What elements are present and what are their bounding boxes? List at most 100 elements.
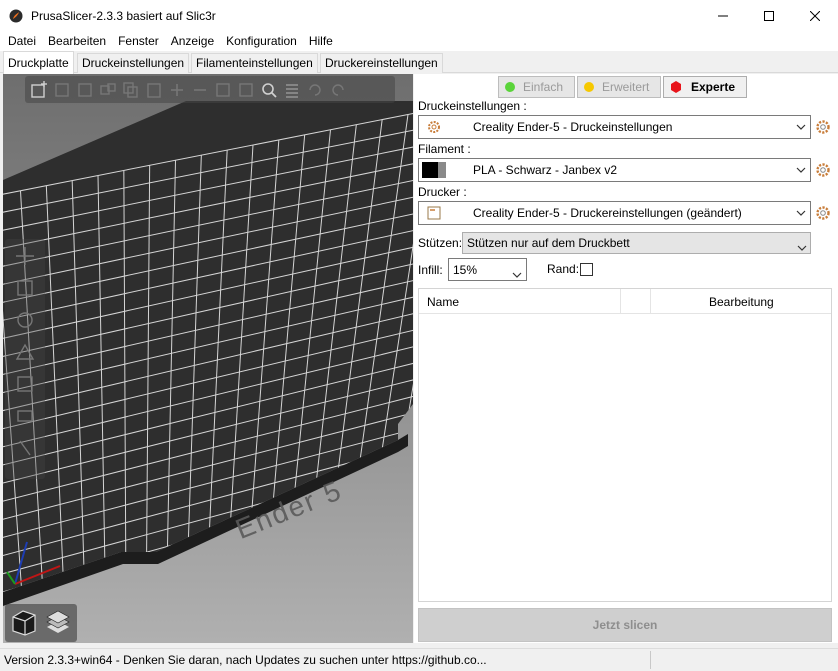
sidebar-panel: Einfach Erweitert Experte Druckeinstellu…	[414, 74, 838, 643]
undo-icon[interactable]	[305, 80, 325, 100]
object-list[interactable]: Name Bearbeitung	[418, 288, 832, 602]
mode-switch: Einfach Erweitert Experte	[498, 76, 747, 98]
menu-bearbeiten[interactable]: Bearbeiten	[42, 31, 112, 51]
supports-label: Stützen:	[418, 236, 463, 250]
menu-bar: Datei Bearbeiten Fenster Anzeige Konfigu…	[0, 31, 838, 51]
printer-combo[interactable]: Creality Ender-5 - Druckereinstellungen …	[418, 201, 811, 225]
delete-all-icon[interactable]	[75, 80, 95, 100]
print-settings-label: Druckeinstellungen :	[418, 99, 527, 113]
print-settings-value: Creality Ender-5 - Druckeinstellungen	[473, 120, 673, 134]
mode-simple-label: Einfach	[523, 80, 564, 94]
3d-view-icon[interactable]	[9, 607, 39, 640]
axes-indicator-icon	[6, 541, 61, 585]
print-settings-edit-gear-icon[interactable]	[815, 119, 831, 135]
move-tool-icon[interactable]	[10, 241, 40, 271]
add-object-icon[interactable]	[29, 80, 49, 100]
expert-mode-hex-icon	[671, 81, 681, 93]
gizmo-toolbar	[5, 239, 45, 479]
place-on-face-icon[interactable]	[10, 337, 40, 367]
chevron-down-icon	[512, 267, 522, 281]
supports-row: Stützen:	[418, 232, 462, 254]
top-toolbar	[25, 76, 395, 103]
infill-row: Infill:	[418, 259, 443, 281]
prusaslicer-logo-icon	[9, 9, 23, 22]
3d-viewport[interactable]: Ender 5	[3, 74, 413, 643]
status-bar: Version 2.3.3+win64 - Denken Sie daran, …	[0, 648, 838, 671]
arrange-icon[interactable]	[98, 80, 118, 100]
column-name[interactable]: Name	[427, 295, 459, 309]
mode-expert-button[interactable]: Experte	[663, 76, 747, 98]
menu-hilfe[interactable]: Hilfe	[303, 31, 339, 51]
print-settings-gear-icon	[419, 116, 449, 138]
window-title: PrusaSlicer-2.3.3 basiert auf Slic3r	[31, 8, 216, 23]
status-text: Version 2.3.3+win64 - Denken Sie daran, …	[4, 653, 487, 667]
cut-tool-icon[interactable]	[10, 369, 40, 399]
filament-combo[interactable]: PLA - Schwarz - Janbex v2	[418, 158, 811, 182]
tab-druckeinstellungen[interactable]: Druckeinstellungen	[77, 53, 190, 73]
maximize-icon	[764, 10, 774, 21]
seam-painting-icon[interactable]	[10, 433, 40, 463]
printer-label: Drucker :	[418, 185, 467, 199]
split-objects-icon[interactable]	[213, 80, 233, 100]
printer-edit-gear-icon[interactable]	[815, 205, 831, 221]
tab-druckereinstellungen[interactable]: Druckereinstellungen	[320, 53, 443, 73]
column-separator	[650, 289, 651, 313]
filament-edit-gear-icon[interactable]	[815, 162, 831, 178]
minimize-button[interactable]	[700, 0, 746, 31]
printer-value: Creality Ender-5 - Druckereinstellungen …	[473, 206, 742, 220]
preview-layers-icon[interactable]	[43, 607, 73, 640]
minimize-icon	[718, 15, 728, 16]
infill-value: 15%	[453, 262, 478, 277]
menu-datei[interactable]: Datei	[2, 31, 42, 51]
search-icon[interactable]	[259, 80, 279, 100]
infill-combo[interactable]: 15%	[448, 258, 527, 281]
advanced-mode-dot-icon	[584, 82, 594, 92]
redo-icon[interactable]	[328, 80, 348, 100]
supports-select[interactable]: Stützen nur auf dem Druckbett	[462, 232, 811, 254]
view-toggle	[5, 604, 77, 642]
rotate-tool-icon[interactable]	[10, 305, 40, 335]
maximize-button[interactable]	[746, 0, 792, 31]
chevron-down-icon	[792, 116, 810, 138]
mode-advanced-button[interactable]: Erweitert	[577, 76, 661, 98]
paste-icon[interactable]	[144, 80, 164, 100]
tab-bar: Druckplatte Druckeinstellungen Filamente…	[0, 51, 838, 74]
brim-checkbox[interactable]	[580, 263, 593, 276]
split-parts-icon[interactable]	[236, 80, 256, 100]
column-separator	[620, 289, 621, 313]
filament-label: Filament :	[418, 142, 471, 156]
mode-advanced-label: Erweitert	[602, 80, 650, 94]
tab-druckplatte[interactable]: Druckplatte	[3, 51, 74, 74]
chevron-down-icon	[792, 202, 810, 224]
menu-anzeige[interactable]: Anzeige	[165, 31, 220, 51]
close-icon	[810, 10, 820, 21]
status-separator	[650, 651, 651, 669]
brim-label: Rand:	[547, 262, 580, 276]
menu-fenster[interactable]: Fenster	[112, 31, 165, 51]
filament-value: PLA - Schwarz - Janbex v2	[473, 163, 618, 177]
chevron-down-icon	[797, 240, 807, 254]
add-instance-icon[interactable]	[167, 80, 187, 100]
filament-color-swatch	[419, 159, 449, 181]
close-button[interactable]	[792, 0, 838, 31]
support-painting-icon[interactable]	[10, 401, 40, 431]
infill-label: Infill:	[418, 263, 443, 277]
object-list-header: Name Bearbeitung	[419, 289, 831, 314]
delete-icon[interactable]	[52, 80, 72, 100]
mode-simple-button[interactable]: Einfach	[498, 76, 575, 98]
mode-expert-label: Experte	[691, 80, 736, 94]
supports-value: Stützen nur auf dem Druckbett	[467, 236, 630, 250]
remove-instance-icon[interactable]	[190, 80, 210, 100]
copy-icon[interactable]	[121, 80, 141, 100]
simple-mode-dot-icon	[505, 82, 515, 92]
title-bar: PrusaSlicer-2.3.3 basiert auf Slic3r	[0, 0, 838, 31]
menu-konfiguration[interactable]: Konfiguration	[220, 31, 303, 51]
column-editing[interactable]: Bearbeitung	[709, 295, 774, 309]
layers-editing-icon[interactable]	[282, 80, 302, 100]
tab-filamenteinstellungen[interactable]: Filamenteinstellungen	[191, 53, 318, 73]
slice-now-button[interactable]: Jetzt slicen	[418, 608, 832, 642]
scale-tool-icon[interactable]	[10, 273, 40, 303]
print-settings-combo[interactable]: Creality Ender-5 - Druckeinstellungen	[418, 115, 811, 139]
chevron-down-icon	[792, 159, 810, 181]
printer-icon	[419, 202, 449, 224]
